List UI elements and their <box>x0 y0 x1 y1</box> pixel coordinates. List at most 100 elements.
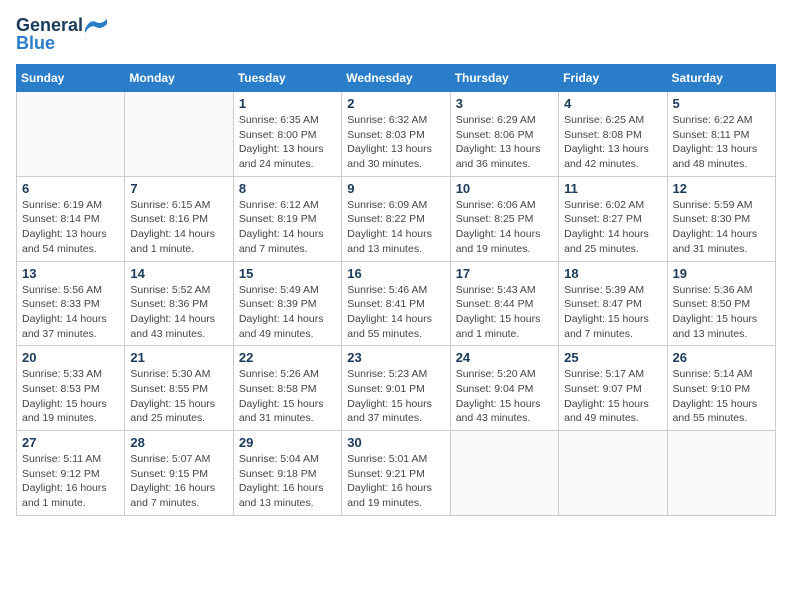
calendar-cell: 30 Sunrise: 5:01 AMSunset: 9:21 PMDayligh… <box>342 431 450 516</box>
day-number: 30 <box>347 435 444 450</box>
day-number: 3 <box>456 96 553 111</box>
calendar-cell: 18Sunrise: 5:39 AMSunset: 8:47 PMDayligh… <box>559 261 667 346</box>
calendar-cell <box>450 431 558 516</box>
day-info: Sunrise: 5:26 AMSunset: 8:58 PMDaylight:… <box>239 367 336 426</box>
day-number: 24 <box>456 350 553 365</box>
calendar-cell: 5 Sunrise: 6:22 AMSunset: 8:11 PMDaylight… <box>667 92 775 177</box>
weekday-header-tuesday: Tuesday <box>233 65 341 92</box>
day-info: Sunrise: 5:59 AMSunset: 8:30 PMDaylight:… <box>673 198 770 257</box>
day-number: 7 <box>130 181 227 196</box>
calendar: SundayMondayTuesdayWednesdayThursdayFrid… <box>16 64 776 516</box>
calendar-cell: 9 Sunrise: 6:09 AMSunset: 8:22 PMDaylight… <box>342 176 450 261</box>
calendar-cell: 2Sunrise: 6:32 AMSunset: 8:03 PMDaylight… <box>342 92 450 177</box>
day-info: Sunrise: 6:09 AMSunset: 8:22 PMDaylight:… <box>347 198 444 257</box>
day-number: 18 <box>564 266 661 281</box>
day-number: 14 <box>130 266 227 281</box>
logo-blue: Blue <box>16 34 55 52</box>
header: General Blue <box>16 16 776 52</box>
day-info: Sunrise: 5:43 AMSunset: 8:44 PMDaylight:… <box>456 283 553 342</box>
weekday-header-thursday: Thursday <box>450 65 558 92</box>
logo-general: General <box>16 16 107 34</box>
weekday-header-sunday: Sunday <box>17 65 125 92</box>
day-info: Sunrise: 6:15 AMSunset: 8:16 PMDaylight:… <box>130 198 227 257</box>
day-info: Sunrise: 6:02 AMSunset: 8:27 PMDaylight:… <box>564 198 661 257</box>
day-info: Sunrise: 6:35 AMSunset: 8:00 PMDaylight:… <box>239 113 336 172</box>
day-info: Sunrise: 5:33 AMSunset: 8:53 PMDaylight:… <box>22 367 119 426</box>
day-info: Sunrise: 5:20 AMSunset: 9:04 PMDaylight:… <box>456 367 553 426</box>
calendar-cell: 24 Sunrise: 5:20 AMSunset: 9:04 PMDayligh… <box>450 346 558 431</box>
calendar-cell: 7 Sunrise: 6:15 AMSunset: 8:16 PMDaylight… <box>125 176 233 261</box>
day-number: 12 <box>673 181 770 196</box>
day-number: 1 <box>239 96 336 111</box>
calendar-cell <box>17 92 125 177</box>
day-number: 16 <box>347 266 444 281</box>
day-info: Sunrise: 5:30 AMSunset: 8:55 PMDaylight:… <box>130 367 227 426</box>
day-number: 13 <box>22 266 119 281</box>
weekday-header-monday: Monday <box>125 65 233 92</box>
day-number: 4 <box>564 96 661 111</box>
calendar-cell: 21Sunrise: 5:30 AMSunset: 8:55 PMDayligh… <box>125 346 233 431</box>
day-info: Sunrise: 6:32 AMSunset: 8:03 PMDaylight:… <box>347 113 444 172</box>
calendar-cell <box>125 92 233 177</box>
day-number: 26 <box>673 350 770 365</box>
calendar-cell: 28 Sunrise: 5:07 AMSunset: 9:15 PMDayligh… <box>125 431 233 516</box>
logo: General Blue <box>16 16 107 52</box>
day-number: 20 <box>22 350 119 365</box>
calendar-cell: 27 Sunrise: 5:11 AMSunset: 9:12 PMDayligh… <box>17 431 125 516</box>
day-number: 23 <box>347 350 444 365</box>
calendar-cell <box>559 431 667 516</box>
day-number: 10 <box>456 181 553 196</box>
calendar-cell: 14 Sunrise: 5:52 AMSunset: 8:36 PMDayligh… <box>125 261 233 346</box>
day-info: Sunrise: 5:01 AMSunset: 9:21 PMDaylight:… <box>347 452 444 511</box>
calendar-cell: 12 Sunrise: 5:59 AMSunset: 8:30 PMDayligh… <box>667 176 775 261</box>
calendar-cell: 1 Sunrise: 6:35 AMSunset: 8:00 PMDaylight… <box>233 92 341 177</box>
weekday-header-saturday: Saturday <box>667 65 775 92</box>
day-info: Sunrise: 6:12 AMSunset: 8:19 PMDaylight:… <box>239 198 336 257</box>
day-info: Sunrise: 5:11 AMSunset: 9:12 PMDaylight:… <box>22 452 119 511</box>
day-info: Sunrise: 5:14 AMSunset: 9:10 PMDaylight:… <box>673 367 770 426</box>
day-number: 11 <box>564 181 661 196</box>
day-info: Sunrise: 6:06 AMSunset: 8:25 PMDaylight:… <box>456 198 553 257</box>
day-number: 15 <box>239 266 336 281</box>
day-info: Sunrise: 6:19 AMSunset: 8:14 PMDaylight:… <box>22 198 119 257</box>
calendar-cell: 11 Sunrise: 6:02 AMSunset: 8:27 PMDayligh… <box>559 176 667 261</box>
calendar-cell: 16 Sunrise: 5:46 AMSunset: 8:41 PMDayligh… <box>342 261 450 346</box>
day-number: 22 <box>239 350 336 365</box>
day-number: 9 <box>347 181 444 196</box>
day-info: Sunrise: 6:25 AMSunset: 8:08 PMDaylight:… <box>564 113 661 172</box>
day-number: 6 <box>22 181 119 196</box>
day-number: 8 <box>239 181 336 196</box>
weekday-header-wednesday: Wednesday <box>342 65 450 92</box>
day-number: 19 <box>673 266 770 281</box>
day-info: Sunrise: 5:23 AMSunset: 9:01 PMDaylight:… <box>347 367 444 426</box>
calendar-cell: 23 Sunrise: 5:23 AMSunset: 9:01 PMDayligh… <box>342 346 450 431</box>
calendar-cell: 13 Sunrise: 5:56 AMSunset: 8:33 PMDayligh… <box>17 261 125 346</box>
calendar-cell: 8 Sunrise: 6:12 AMSunset: 8:19 PMDaylight… <box>233 176 341 261</box>
day-number: 5 <box>673 96 770 111</box>
calendar-cell: 15 Sunrise: 5:49 AMSunset: 8:39 PMDayligh… <box>233 261 341 346</box>
day-info: Sunrise: 5:49 AMSunset: 8:39 PMDaylight:… <box>239 283 336 342</box>
calendar-cell: 4 Sunrise: 6:25 AMSunset: 8:08 PMDaylight… <box>559 92 667 177</box>
calendar-cell: 25Sunrise: 5:17 AMSunset: 9:07 PMDayligh… <box>559 346 667 431</box>
calendar-cell: 3 Sunrise: 6:29 AMSunset: 8:06 PMDaylight… <box>450 92 558 177</box>
calendar-cell: 10 Sunrise: 6:06 AMSunset: 8:25 PMDayligh… <box>450 176 558 261</box>
calendar-cell <box>667 431 775 516</box>
day-info: Sunrise: 5:56 AMSunset: 8:33 PMDaylight:… <box>22 283 119 342</box>
weekday-header-friday: Friday <box>559 65 667 92</box>
calendar-cell: 26 Sunrise: 5:14 AMSunset: 9:10 PMDayligh… <box>667 346 775 431</box>
calendar-cell: 6 Sunrise: 6:19 AMSunset: 8:14 PMDaylight… <box>17 176 125 261</box>
calendar-cell: 19Sunrise: 5:36 AMSunset: 8:50 PMDayligh… <box>667 261 775 346</box>
calendar-cell: 17 Sunrise: 5:43 AMSunset: 8:44 PMDayligh… <box>450 261 558 346</box>
day-number: 17 <box>456 266 553 281</box>
day-info: Sunrise: 5:52 AMSunset: 8:36 PMDaylight:… <box>130 283 227 342</box>
calendar-cell: 20 Sunrise: 5:33 AMSunset: 8:53 PMDayligh… <box>17 346 125 431</box>
day-info: Sunrise: 5:07 AMSunset: 9:15 PMDaylight:… <box>130 452 227 511</box>
day-number: 28 <box>130 435 227 450</box>
calendar-cell: 22 Sunrise: 5:26 AMSunset: 8:58 PMDayligh… <box>233 346 341 431</box>
calendar-cell: 29Sunrise: 5:04 AMSunset: 9:18 PMDayligh… <box>233 431 341 516</box>
day-info: Sunrise: 6:22 AMSunset: 8:11 PMDaylight:… <box>673 113 770 172</box>
day-info: Sunrise: 6:29 AMSunset: 8:06 PMDaylight:… <box>456 113 553 172</box>
day-info: Sunrise: 5:46 AMSunset: 8:41 PMDaylight:… <box>347 283 444 342</box>
day-info: Sunrise: 5:04 AMSunset: 9:18 PMDaylight:… <box>239 452 336 511</box>
day-number: 27 <box>22 435 119 450</box>
